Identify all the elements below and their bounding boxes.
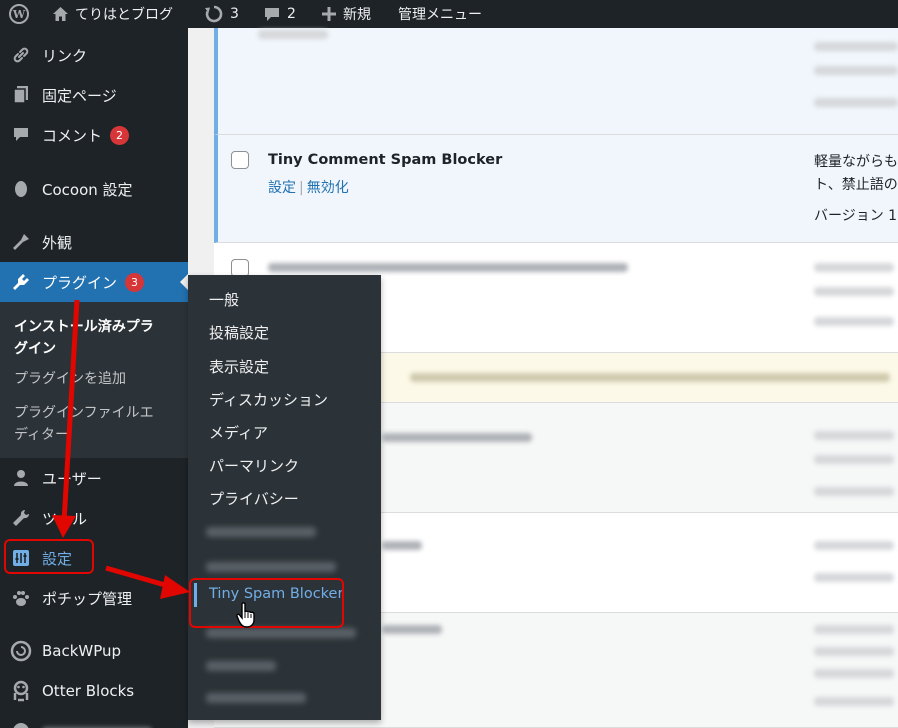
otter-icon: [0, 680, 42, 702]
plugin-settings-link[interactable]: 設定: [268, 180, 296, 196]
admin-menu-link[interactable]: 管理メニュー: [398, 0, 482, 28]
flyout-discussion[interactable]: ディスカッション: [209, 389, 328, 410]
menu-backwpup[interactable]: BackWPup: [0, 631, 188, 671]
menu-plugins[interactable]: プラグイン 3: [0, 262, 188, 302]
submenu-add-plugin[interactable]: プラグインを追加: [14, 368, 174, 390]
hand-cursor-icon: [236, 602, 256, 632]
plugin-version: バージョン 1: [814, 208, 898, 224]
menu-pochipp[interactable]: ポチップ管理: [0, 578, 188, 618]
plugin-deactivate-link[interactable]: 無効化: [307, 180, 349, 196]
flyout-item-blurred[interactable]: [206, 661, 276, 671]
active-menu-arrow: [180, 274, 188, 290]
submenu-plugin-editor[interactable]: プラグインファイルエ ディター: [14, 402, 174, 446]
menu-links[interactable]: リンク: [0, 35, 188, 75]
plugin-name: Tiny Comment Spam Blocker: [268, 152, 503, 168]
comments-badge: 2: [110, 125, 130, 145]
updates-count: 3: [230, 6, 239, 22]
flyout-privacy[interactable]: プライバシー: [209, 488, 299, 509]
admin-menu-label: 管理メニュー: [398, 7, 482, 23]
menu-pages[interactable]: 固定ページ: [0, 75, 188, 115]
annotation-box-settings: [4, 539, 94, 574]
menu-cocoon-settings[interactable]: Cocoon 設定: [0, 169, 188, 209]
paw-icon: [0, 588, 42, 608]
menu-blurred[interactable]: [0, 711, 188, 728]
tools-icon: [0, 508, 42, 528]
appearance-icon: [0, 232, 42, 252]
updates-link[interactable]: 3: [204, 0, 239, 28]
wordpress-logo-icon: W: [9, 4, 29, 24]
admin-sidebar: インストール済みプラ グイン プラグインを追加 プラグインファイルエ ディター リン…: [0, 28, 188, 728]
plugin-description-line1: 軽量ながらも: [814, 154, 898, 170]
new-label: 新規: [343, 7, 371, 23]
link-icon: [0, 45, 42, 65]
comments-icon: [0, 126, 42, 144]
flyout-reading[interactable]: 表示設定: [209, 356, 269, 377]
submenu-installed-plugins[interactable]: インストール済みプラ グイン: [14, 316, 174, 360]
settings-flyout-menu: 一般 投稿設定 表示設定 ディスカッション メディア パーマリンク プライバシー…: [188, 275, 381, 720]
site-name: てりはとブログ: [75, 7, 173, 23]
annotation-box-tiny-spam-blocker: [189, 578, 344, 628]
admin-bar: W てりはとブログ 3 2 新規 管理メニュー: [0, 0, 898, 28]
plugin-actions: 設定 | 無効化: [268, 177, 349, 197]
flyout-permalinks[interactable]: パーマリンク: [209, 455, 299, 476]
wordpress-logo-button[interactable]: W: [9, 0, 29, 28]
new-content-link[interactable]: 新規: [321, 0, 371, 28]
plugins-icon: [0, 272, 42, 292]
plugins-submenu: インストール済みプラ グイン プラグインを追加 プラグインファイルエ ディター: [0, 302, 188, 458]
plugin-row-blurred: [214, 28, 898, 135]
home-icon: [53, 7, 68, 21]
users-icon: [0, 469, 42, 487]
flyout-item-blurred[interactable]: [206, 527, 316, 537]
plugins-badge: 3: [125, 272, 145, 292]
action-separator: |: [299, 180, 304, 196]
flyout-media[interactable]: メディア: [209, 422, 268, 443]
site-name-link[interactable]: てりはとブログ: [52, 0, 173, 28]
flyout-item-blurred[interactable]: [206, 562, 336, 572]
pages-icon: [0, 85, 42, 105]
plugin-checkbox[interactable]: [231, 151, 249, 169]
blurred-menu-icon: [0, 721, 42, 728]
menu-appearance[interactable]: 外観: [0, 222, 188, 262]
flyout-writing[interactable]: 投稿設定: [209, 322, 269, 343]
flyout-item-blurred[interactable]: [206, 628, 356, 638]
menu-tools[interactable]: ツール: [0, 498, 188, 538]
cocoon-icon: [0, 180, 42, 198]
comments-count: 2: [287, 6, 296, 22]
plus-icon: [322, 7, 336, 21]
flyout-item-blurred[interactable]: [206, 693, 306, 703]
plugin-description-line2: ト、禁止語の: [814, 177, 898, 193]
backwpup-icon: [0, 640, 42, 662]
menu-comments[interactable]: コメント 2: [0, 115, 188, 155]
updates-icon: [205, 5, 223, 23]
menu-otter-blocks[interactable]: Otter Blocks: [0, 671, 188, 711]
flyout-general[interactable]: 一般: [209, 289, 239, 310]
menu-users[interactable]: ユーザー: [0, 458, 188, 498]
comment-icon: [265, 7, 279, 21]
comments-link[interactable]: 2: [263, 0, 296, 28]
